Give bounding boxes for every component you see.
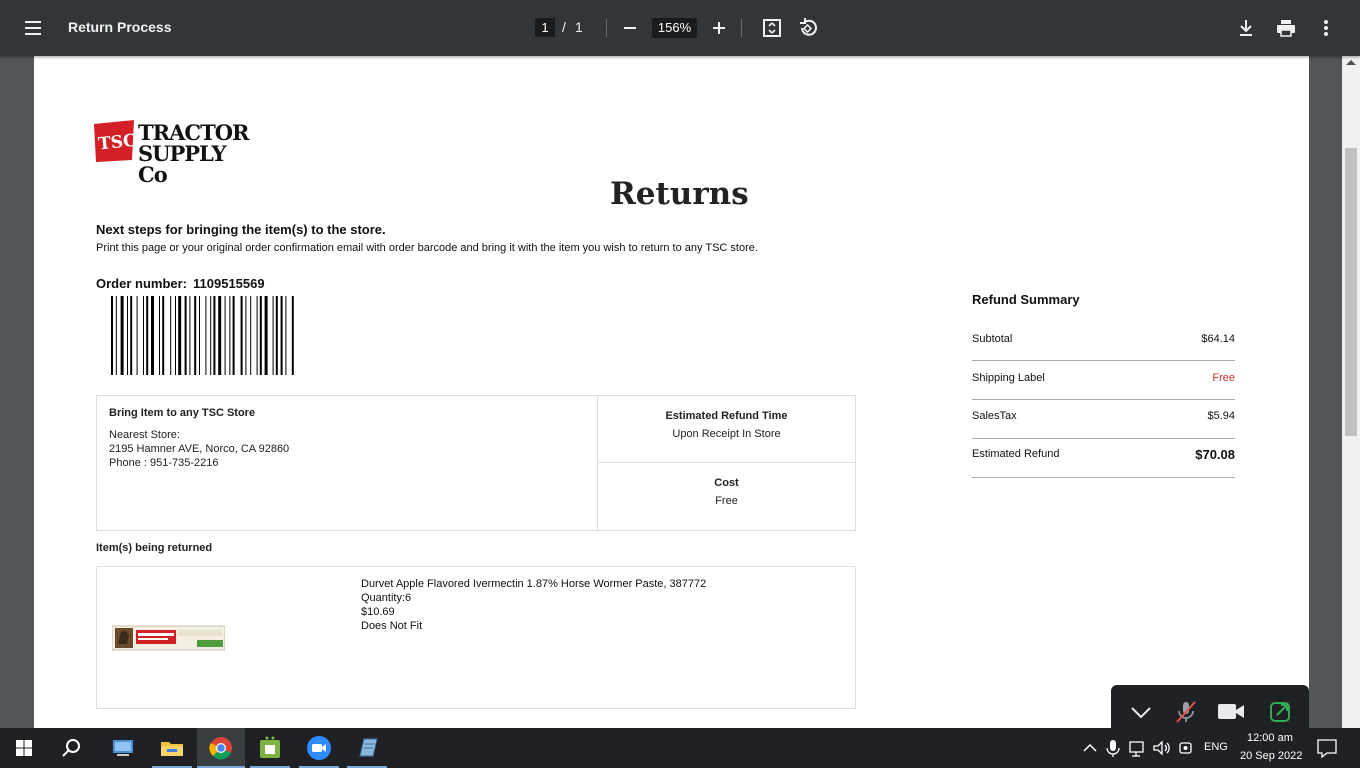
cost-panel: Cost Free <box>598 463 855 530</box>
store-panel-title: Bring Item to any TSC Store <box>109 407 256 419</box>
summary-value: $64.14 <box>1201 333 1235 345</box>
chevron-up-icon[interactable] <box>1080 736 1100 760</box>
microphone-icon[interactable] <box>1104 736 1122 760</box>
summary-label: Estimated Refund <box>972 448 1060 460</box>
summary-row-estimated-refund: Estimated Refund $70.08 <box>972 439 1235 478</box>
summary-label: Subtotal <box>972 333 1013 345</box>
summary-label: SalesTax <box>972 410 1017 422</box>
clock-date[interactable]: 20 Sep 2022 <box>1240 750 1302 762</box>
product-image <box>112 625 225 651</box>
summary-label: Shipping Label <box>972 372 1045 384</box>
item-return-reason: Does Not Fit <box>361 620 423 632</box>
more-options-icon[interactable] <box>1314 16 1338 40</box>
store-phone: Phone : 951-735-2216 <box>109 457 219 469</box>
cost-label: Cost <box>714 477 739 489</box>
cost-value: Free <box>715 495 738 507</box>
tsc-badge-icon: TSC <box>94 120 136 162</box>
fit-to-page-icon[interactable] <box>760 16 784 40</box>
network-icon[interactable] <box>1128 736 1148 760</box>
meeting-control-widget <box>1111 685 1309 728</box>
toolbar-divider <box>606 19 607 37</box>
scrollbar-thumb[interactable] <box>1345 148 1357 436</box>
notes-app-icon[interactable] <box>354 734 382 762</box>
order-barcode <box>111 296 294 375</box>
chevron-down-icon[interactable] <box>1129 701 1153 723</box>
items-section-label: Item(s) being returned <box>96 542 213 554</box>
order-number-value: 1109515569 <box>193 276 265 291</box>
share-screen-icon[interactable] <box>1269 701 1293 723</box>
desktop-app-icon[interactable] <box>109 734 137 762</box>
summary-row-shipping: Shipping Label Free <box>972 361 1235 400</box>
instructions-text: Print this page or your original order c… <box>96 242 758 254</box>
refund-summary-title: Refund Summary <box>972 292 1080 307</box>
returned-item-card: Durvet Apple Flavored Ivermectin 1.87% H… <box>96 566 856 709</box>
windows-start-icon[interactable] <box>10 734 38 762</box>
summary-value-free: Free <box>1212 372 1235 384</box>
nearest-store-label: Nearest Store: <box>109 429 180 441</box>
microphone-muted-icon[interactable] <box>1174 701 1198 723</box>
summary-row-subtotal: Subtotal $64.14 <box>972 322 1235 361</box>
store-address: 2195 Hamner AVE, Norco, CA 92860 <box>109 443 290 455</box>
download-icon[interactable] <box>1234 16 1258 40</box>
zoom-out-icon[interactable] <box>618 16 642 40</box>
item-name: Durvet Apple Flavored Ivermectin 1.87% H… <box>361 578 707 590</box>
chrome-icon[interactable] <box>207 734 235 762</box>
zoom-meetings-icon[interactable] <box>305 734 333 762</box>
item-quantity: Quantity:6 <box>361 592 412 604</box>
tsc-logo: TSC TRACTOR SUPPLY Co <box>92 120 252 185</box>
clock-time[interactable]: 12:00 am <box>1247 732 1293 744</box>
summary-total-value: $70.08 <box>1195 447 1235 462</box>
return-info-box: Bring Item to any TSC Store Nearest Stor… <box>96 395 856 531</box>
android-app-icon[interactable] <box>256 734 284 762</box>
scroll-up-arrow-icon[interactable] <box>1346 60 1356 65</box>
file-explorer-icon[interactable] <box>158 734 186 762</box>
zoom-in-icon[interactable] <box>707 16 731 40</box>
volume-icon[interactable] <box>1152 736 1172 760</box>
toolbar-divider <box>741 19 742 37</box>
next-steps-title: Next steps for bringing the item(s) to t… <box>96 222 386 237</box>
menu-icon[interactable] <box>22 17 46 39</box>
camera-privacy-icon[interactable] <box>1177 736 1195 760</box>
zoom-level-input[interactable]: 156% <box>652 18 697 38</box>
language-indicator[interactable]: ENG <box>1204 741 1228 753</box>
store-info-panel: Bring Item to any TSC Store Nearest Stor… <box>97 396 598 530</box>
refund-time-value: Upon Receipt In Store <box>672 428 781 440</box>
order-number-row: Order number: 1109515569 <box>96 276 265 291</box>
windows-taskbar: ENG 12:00 am 20 Sep 2022 <box>0 728 1360 768</box>
document-title: Return Process <box>68 19 172 35</box>
total-pages: 1 <box>575 19 583 35</box>
video-camera-icon[interactable] <box>1217 701 1244 723</box>
item-price: $10.69 <box>361 606 395 618</box>
print-icon[interactable] <box>1274 16 1298 40</box>
page-number-input[interactable]: 1 <box>535 18 555 37</box>
notification-center-icon[interactable] <box>1315 736 1339 760</box>
page-separator: / <box>562 19 566 35</box>
refund-time-panel: Estimated Refund Time Upon Receipt In St… <box>598 396 855 463</box>
summary-row-salestax: SalesTax $5.94 <box>972 400 1235 439</box>
vertical-scrollbar[interactable] <box>1342 56 1360 728</box>
pdf-toolbar: Return Process 1 / 1 156% <box>0 0 1360 56</box>
rotate-icon[interactable] <box>796 16 820 40</box>
order-number-label: Order number: <box>96 276 188 291</box>
svg-text:TSC: TSC <box>97 131 136 155</box>
refund-time-label: Estimated Refund Time <box>665 410 788 422</box>
pdf-page: TSC TRACTOR SUPPLY Co Returns Next steps… <box>34 56 1309 728</box>
page-heading: Returns <box>610 176 749 212</box>
search-icon[interactable] <box>58 734 86 762</box>
summary-value: $5.94 <box>1207 410 1235 422</box>
logo-wordmark: TRACTOR SUPPLY Co <box>138 120 249 187</box>
